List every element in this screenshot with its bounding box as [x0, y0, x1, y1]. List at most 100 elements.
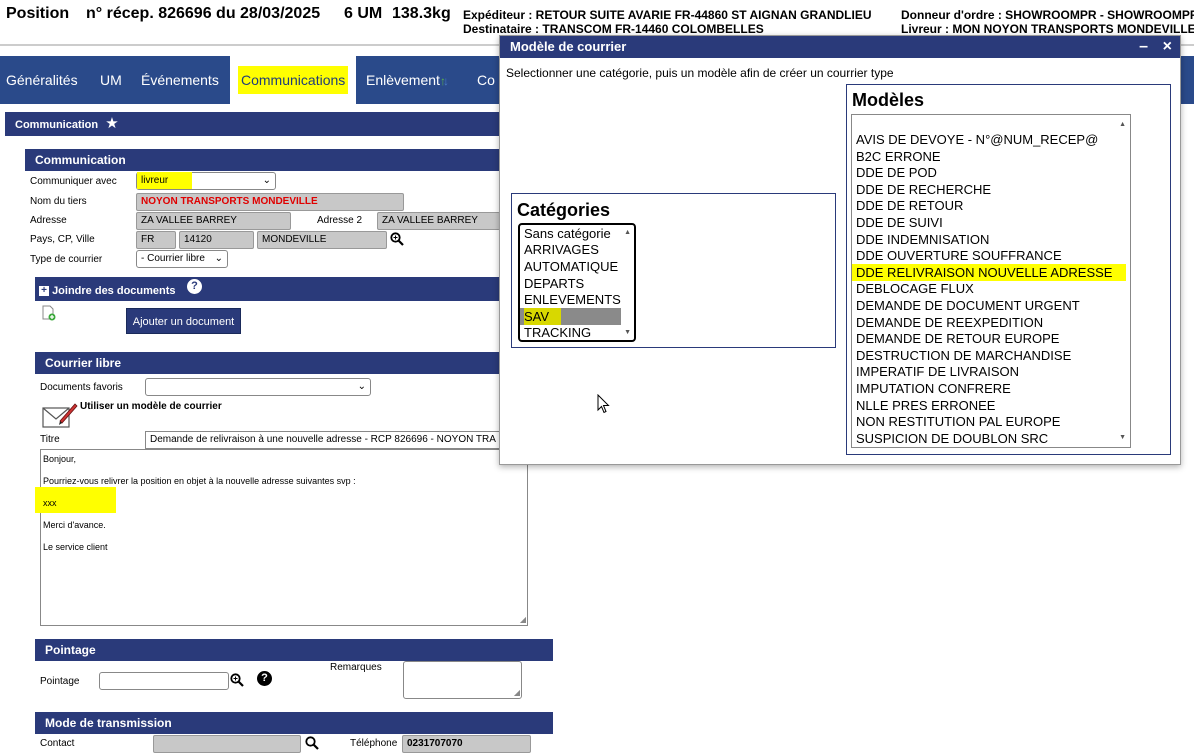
categories-title: Catégories — [517, 200, 611, 220]
livreur-header: Livreur : MON NOYON TRANSPORTS MONDEVILL… — [901, 22, 1194, 36]
modeles-title: Modèles — [852, 90, 925, 110]
chevron-down-icon: ⌄ — [214, 253, 223, 264]
adresse-field: ZA VALLEE BARREY — [136, 212, 291, 230]
star-icon[interactable]: ★ — [105, 115, 118, 132]
adresse2-label: Adresse 2 — [317, 215, 363, 226]
modele-item[interactable]: DDE DE RETOUR — [856, 197, 963, 214]
courrier-body-textarea[interactable]: Bonjour, Pourriez-vous relivrer la posit… — [35, 449, 528, 626]
pointage-input[interactable] — [99, 672, 229, 690]
weight: 138.3kg — [392, 5, 451, 22]
modele-item[interactable]: AVIS DE DEVOYE - N°@NUM_RECEP@ — [856, 131, 1098, 148]
remarques-textarea[interactable]: ◢ — [403, 661, 522, 699]
joindre-bar: + Joindre des documents — [35, 277, 500, 301]
tab-communications[interactable]: Communications — [230, 56, 356, 104]
category-item[interactable]: Sans catégorie — [524, 225, 611, 242]
sort-arrows-icon: ↑↓ — [439, 74, 449, 88]
pays-field: FR — [136, 231, 176, 249]
documents-favoris-select[interactable]: ⌄ — [145, 378, 371, 396]
expand-plus-icon[interactable]: + — [39, 286, 49, 297]
help-icon[interactable]: ? — [187, 279, 202, 294]
modele-item[interactable]: DDE DE SUIVI — [856, 214, 943, 231]
type-label: Type de courrier — [30, 254, 103, 265]
tab-enlevement[interactable]: Enlèvement↑↓ — [366, 56, 449, 104]
category-item[interactable]: DEPARTS — [524, 275, 584, 292]
communiquer-select[interactable]: livreur ⌄ — [136, 172, 276, 190]
telephone-field: 0231707070 — [402, 735, 531, 753]
pointage-label: Pointage — [40, 676, 80, 687]
courrier-libre-title: Courrier libre — [35, 352, 500, 374]
minimize-icon[interactable]: – — [1139, 36, 1148, 58]
destinataire: Destinataire : TRANSCOM FR-14460 COLOMBE… — [463, 22, 764, 36]
modele-item[interactable]: SUSPICION DE DOUBLON SRC — [856, 430, 1048, 447]
communication-section-title: Communication — [25, 149, 500, 171]
category-item[interactable]: ENLEVEMENTS — [524, 291, 621, 308]
adresse-label: Adresse — [30, 215, 67, 226]
modele-item[interactable]: NLLE PRES ERRONEE — [856, 397, 995, 414]
titre-input[interactable]: Demande de relivraison à une nouvelle ad… — [145, 431, 500, 449]
modele-item[interactable]: B2C ERRONE — [856, 148, 941, 165]
pays-label: Pays, CP, Ville — [30, 234, 95, 245]
remarques-label: Remarques — [330, 662, 382, 673]
category-item-selected[interactable]: SAV — [520, 308, 621, 325]
modele-item[interactable]: DEMANDE DE DOCUMENT URGENT — [856, 297, 1080, 314]
favoris-label: Documents favoris — [40, 382, 123, 393]
modele-item[interactable]: DESTRUCTION DE MARCHANDISE — [856, 347, 1071, 364]
modele-item[interactable]: IMPUTATION CONFRERE — [856, 380, 1011, 397]
add-document-icon[interactable] — [41, 305, 57, 321]
letter-template-icon[interactable] — [42, 401, 78, 429]
expediteur: Expéditeur : RETOUR SUITE AVARIE FR-4486… — [463, 8, 872, 22]
nom-tiers-field: NOYON TRANSPORTS MONDEVILLE — [136, 193, 404, 211]
category-item[interactable]: ARRIVAGES — [524, 241, 599, 258]
resize-grip-icon[interactable]: ◢ — [514, 688, 520, 697]
ville-field: MONDEVILLE — [257, 231, 387, 249]
donneur-ordre: Donneur d'ordre : SHOWROOMPR - SHOWROOMP… — [901, 8, 1194, 22]
modele-item[interactable]: DEMANDE DE RETOUR EUROPE — [856, 330, 1059, 347]
transmission-title: Mode de transmission — [35, 712, 553, 734]
tab-generalites[interactable]: Généralités — [6, 56, 78, 104]
tab-evenements[interactable]: Événements — [141, 56, 219, 104]
modele-item[interactable]: IMPERATIF DE LIVRAISON — [856, 363, 1019, 380]
contact-label: Contact — [40, 738, 75, 749]
modele-item[interactable]: DDE DE RECHERCHE — [856, 181, 991, 198]
recep-number: n° récep. 826696 du 28/03/2025 — [86, 5, 321, 22]
categories-listbox[interactable]: Sans catégorie ARRIVAGES AUTOMATIQUE DEP… — [518, 223, 636, 342]
modele-item[interactable]: DDE OUVERTURE SOUFFRANCE — [856, 247, 1062, 264]
modele-item-highlighted[interactable]: DDE RELIVRAISON NOUVELLE ADRESSE — [852, 263, 1127, 281]
modele-item[interactable]: NON RESTITUTION PAL EUROPE — [856, 413, 1060, 430]
modele-item[interactable]: DDE INDEMNISATION — [856, 231, 989, 248]
nom-label: Nom du tiers — [30, 196, 87, 207]
close-icon[interactable]: × — [1163, 36, 1172, 58]
titre-label: Titre — [40, 434, 60, 445]
modeles-listbox[interactable]: ▲ ▼ AVIS DE DEVOYE - N°@NUM_RECEP@ B2C ER… — [851, 114, 1131, 448]
modele-courrier-link[interactable]: Utiliser un modèle de courrier — [80, 401, 222, 412]
dialog-titlebar[interactable]: Modèle de courrier – × — [500, 36, 1180, 58]
communiquer-label: Communiquer avec — [30, 176, 117, 187]
chevron-down-icon: ⌄ — [262, 175, 271, 186]
pointage-title: Pointage — [35, 639, 553, 661]
search-icon[interactable] — [390, 232, 404, 246]
category-item[interactable]: AUTOMATIQUE — [524, 258, 618, 275]
tab-um[interactable]: UM — [100, 56, 122, 104]
modeles-panel: Modèles ▲ ▼ AVIS DE DEVOYE - N°@NUM_RECE… — [846, 84, 1171, 455]
search-icon[interactable] — [230, 673, 244, 687]
scroll-down-icon[interactable]: ▼ — [624, 329, 631, 336]
position-label: Position — [6, 5, 70, 22]
mouse-cursor-icon — [597, 394, 610, 414]
scroll-up-icon[interactable]: ▲ — [1119, 121, 1126, 128]
search-icon[interactable] — [305, 736, 319, 750]
modele-item[interactable]: DDE DE POD — [856, 164, 937, 181]
type-courrier-select[interactable]: - Courrier libre ⌄ — [136, 250, 228, 268]
um-count: 6 UM — [344, 5, 383, 22]
help-icon[interactable]: ? — [257, 671, 272, 686]
scroll-up-icon[interactable]: ▲ — [624, 229, 631, 236]
modele-item[interactable]: DEBLOCAGE FLUX — [856, 280, 974, 297]
telephone-label: Téléphone — [350, 738, 398, 749]
scroll-down-icon[interactable]: ▼ — [1119, 434, 1126, 441]
ajouter-document-button[interactable]: Ajouter un document — [126, 308, 241, 334]
chevron-down-icon: ⌄ — [357, 381, 366, 392]
category-item[interactable]: TRACKING — [524, 324, 591, 340]
tab-more[interactable]: Co — [477, 56, 495, 104]
resize-grip-icon[interactable]: ◢ — [520, 615, 526, 624]
modele-item[interactable]: DEMANDE DE REEXPEDITION — [856, 314, 1043, 331]
adresse2-field: ZA VALLEE BARREY — [377, 212, 500, 230]
